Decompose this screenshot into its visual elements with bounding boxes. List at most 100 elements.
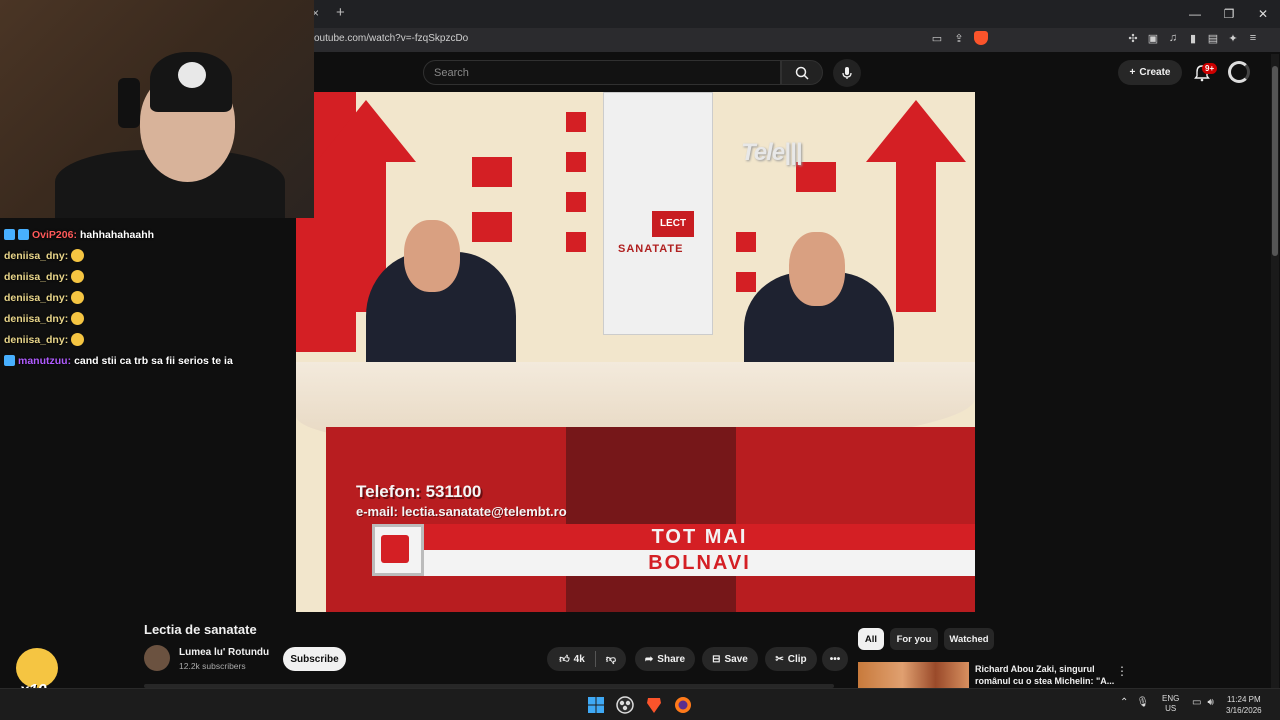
banner-logo-box bbox=[372, 524, 424, 576]
chat-username: deniisa_dny: bbox=[4, 312, 69, 325]
studio-square bbox=[472, 157, 512, 187]
url-text[interactable]: outube.com/watch?v=-fzqSkpzcDo bbox=[314, 33, 468, 44]
dislike-button[interactable]: 👎︎ bbox=[596, 647, 626, 671]
search-button[interactable] bbox=[781, 60, 823, 85]
streamer-webcam bbox=[0, 0, 314, 218]
volume-icon[interactable]: 🔊︎ bbox=[1207, 697, 1213, 708]
search-input[interactable]: Search bbox=[423, 60, 781, 85]
leo-ai-icon[interactable]: ✦ bbox=[1226, 31, 1240, 45]
media-icon[interactable]: ♫ bbox=[1166, 31, 1180, 45]
date: 3/16/2026 bbox=[1226, 706, 1262, 715]
laughing-emote-icon bbox=[71, 291, 85, 304]
show-poster: LECT SANATATE bbox=[603, 92, 713, 335]
chat-message: deniisa_dny: bbox=[4, 308, 304, 329]
cast-icon[interactable]: ▭ bbox=[930, 31, 944, 45]
microphone-tray-icon[interactable]: 🎙︎ bbox=[1136, 697, 1149, 708]
thumbs-down-icon: 👎︎ bbox=[605, 654, 617, 665]
poster-tag: LECT bbox=[652, 211, 694, 237]
create-button[interactable]: + Create bbox=[1118, 60, 1182, 85]
clock[interactable]: 11:24 PM 3/16/2026 bbox=[1226, 694, 1262, 716]
recommended-more-icon[interactable]: ⋮ bbox=[1116, 664, 1128, 678]
restore-button[interactable]: ❐ bbox=[1212, 0, 1246, 28]
host-right-face bbox=[789, 232, 845, 306]
studio-square bbox=[566, 232, 586, 252]
like-count: 4k bbox=[573, 653, 585, 665]
save-button[interactable]: ⊟ Save bbox=[702, 647, 758, 671]
video-title: Lectia de sanatate bbox=[144, 622, 257, 637]
channel-name[interactable]: Lumea lu' Rotundu bbox=[179, 647, 269, 658]
time: 11:24 PM bbox=[1226, 695, 1261, 704]
voice-search-button[interactable] bbox=[833, 59, 861, 87]
chat-username: deniisa_dny: bbox=[4, 249, 69, 262]
new-tab-button[interactable]: + bbox=[336, 4, 345, 21]
obs-icon[interactable] bbox=[615, 695, 635, 715]
chat-message: OviP206: hahhahahaahh bbox=[4, 224, 304, 245]
chip-for-you[interactable]: For you bbox=[890, 628, 938, 650]
account-avatar[interactable] bbox=[1228, 61, 1250, 83]
windows-start-icon[interactable] bbox=[586, 695, 606, 715]
address-bar-icons: ▭ ⇪ bbox=[930, 31, 988, 45]
chat-username: manutzuu: bbox=[18, 354, 72, 367]
extensions-icon[interactable]: ✣ bbox=[1126, 31, 1140, 45]
microphone-icon bbox=[842, 67, 852, 79]
recommended-title[interactable]: Richard Abou Zaki, singurul românul cu o… bbox=[975, 663, 1115, 687]
display-icon[interactable]: ▭ bbox=[1192, 697, 1201, 708]
subscribe-button[interactable]: Subscribe bbox=[283, 647, 346, 671]
minimize-button[interactable]: — bbox=[1178, 0, 1212, 28]
recommended-thumbnail[interactable] bbox=[858, 662, 969, 688]
email-caption: e-mail: lectia.sanatate@telembt.ro bbox=[356, 504, 567, 519]
channel-watermark: Tele||| bbox=[741, 139, 802, 166]
chat-message: manutzuu: cand stii ca trb sa fii serios… bbox=[4, 350, 304, 371]
tray-icons: ▭ 🔊︎ bbox=[1192, 697, 1214, 708]
studio-square bbox=[566, 152, 586, 172]
brave-browser-icon[interactable] bbox=[644, 695, 664, 715]
save-label: Save bbox=[724, 653, 748, 665]
notification-badge: 9+ bbox=[1202, 63, 1218, 74]
firefox-icon[interactable] bbox=[673, 695, 693, 715]
window-controls: — ❐ ✕ bbox=[1178, 0, 1280, 28]
lang-code: ENG bbox=[1162, 694, 1180, 703]
chat-text: cand stii ca trb sa fii serios te ia bbox=[74, 354, 233, 367]
windows-taskbar: ⌃ 🎙︎ ENG US ▭ 🔊︎ 11:24 PM 3/16/2026 bbox=[0, 688, 1280, 720]
brave-shields-icon[interactable] bbox=[974, 31, 988, 45]
scissors-icon: ✂ bbox=[775, 653, 784, 665]
more-actions-button[interactable]: ••• bbox=[822, 647, 848, 671]
system-tray: ⌃ 🎙︎ bbox=[1120, 697, 1149, 708]
cap-logo bbox=[178, 62, 206, 88]
like-button[interactable]: 👍︎ 4k bbox=[547, 647, 597, 671]
chip-watched[interactable]: Watched bbox=[944, 628, 994, 650]
wallet-icon[interactable]: ▤ bbox=[1206, 31, 1220, 45]
poster-title: SANATATE bbox=[618, 243, 684, 255]
chat-message: deniisa_dny: bbox=[4, 266, 304, 287]
share-arrow-icon: ➦ bbox=[644, 653, 654, 665]
chat-message: deniisa_dny: bbox=[4, 287, 304, 308]
laughing-emote-icon bbox=[71, 249, 85, 262]
thumbs-up-icon: 👍︎ bbox=[559, 654, 570, 665]
channel-avatar[interactable] bbox=[144, 645, 170, 671]
chat-text: hahhahahaahh bbox=[79, 228, 155, 241]
tab-manager-icon[interactable]: ▣ bbox=[1146, 31, 1160, 45]
laughing-emote-icon bbox=[71, 312, 85, 325]
language-indicator[interactable]: ENG US bbox=[1162, 694, 1179, 714]
studio-square bbox=[472, 212, 512, 242]
chat-message: deniisa_dny: bbox=[4, 329, 304, 350]
chip-all[interactable]: All bbox=[858, 628, 884, 650]
subscriber-count: 12.2k subscribers bbox=[179, 661, 246, 671]
share-page-icon[interactable]: ⇪ bbox=[952, 31, 966, 45]
sidebar-icon[interactable]: ▮ bbox=[1186, 31, 1200, 45]
chat-message: deniisa_dny: bbox=[4, 245, 304, 266]
desk-shadow bbox=[566, 427, 736, 612]
share-button[interactable]: ➦ Share bbox=[635, 647, 695, 671]
chat-username: deniisa_dny: bbox=[4, 270, 69, 283]
stream-chat: OviP206: hahhahahaahh deniisa_dny: denii… bbox=[4, 224, 304, 371]
video-player[interactable]: LECT SANATATE Tele||| Telefon: 531100 e-… bbox=[296, 92, 975, 612]
tray-overflow-icon[interactable]: ⌃ bbox=[1120, 697, 1128, 708]
scrollbar-thumb[interactable] bbox=[1272, 66, 1278, 256]
headphones bbox=[118, 78, 140, 128]
chat-badge-icon bbox=[4, 229, 15, 240]
menu-icon[interactable]: ≡ bbox=[1246, 31, 1260, 45]
search-icon bbox=[795, 66, 809, 80]
clip-button[interactable]: ✂ Clip bbox=[765, 647, 817, 671]
close-window-button[interactable]: ✕ bbox=[1246, 0, 1280, 28]
studio-square bbox=[796, 162, 836, 192]
